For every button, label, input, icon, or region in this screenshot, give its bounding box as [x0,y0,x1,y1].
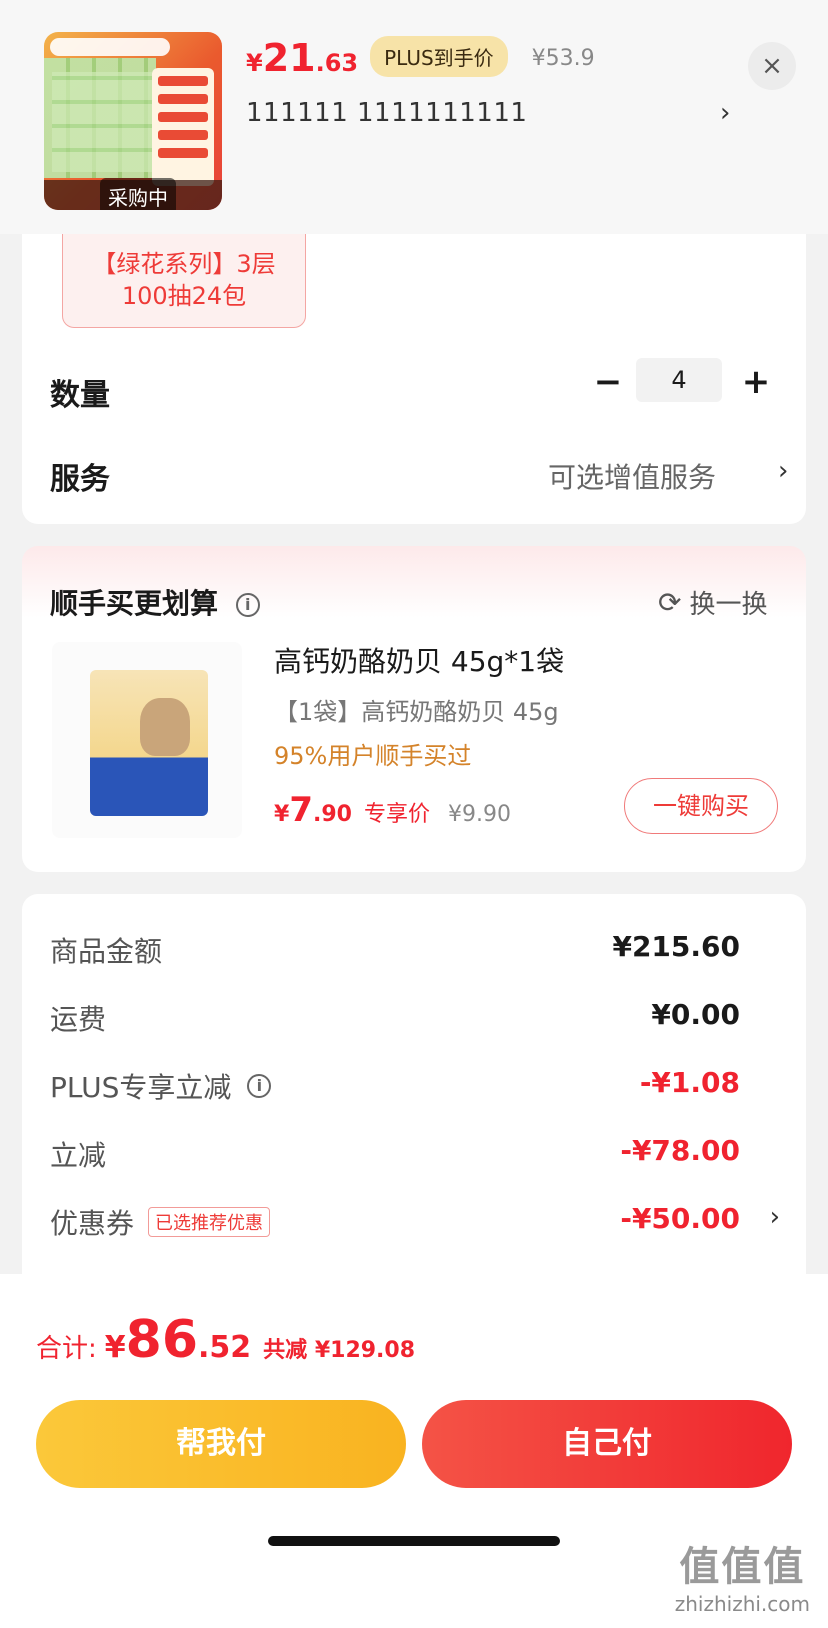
total-savings: 共减 ¥129.08 [263,1338,416,1363]
fee-row-plus-discount: PLUS专享立减 i -¥1.08 [50,1066,780,1106]
quantity-decrease-button[interactable]: − [588,362,628,402]
goods-amount-value: ¥215.60 [612,930,740,963]
price-currency: ¥ [246,49,263,77]
spec-option-line1: 【绿花系列】3层 [92,250,276,278]
watermark-url: zhizhizhi.com [674,1592,810,1616]
quantity-input[interactable]: 4 [636,358,722,402]
addon-product-name[interactable]: 高钙奶酪奶贝 45g*1袋 [274,640,564,680]
purchasing-badge: 采购中 [100,178,176,210]
addon-product-image[interactable] [52,642,242,838]
fee-row-coupon[interactable]: 优惠券 已选推荐优惠 -¥50.00 › [50,1202,780,1242]
coupon-label: 优惠券 [50,1207,135,1240]
exclusive-price-tag: 专享价 [363,802,430,827]
site-watermark: 值值值 zhizhizhi.com [675,1534,810,1616]
addon-price-integer: 7 [289,790,313,830]
brand-logo [50,38,170,56]
close-button[interactable]: × [748,42,796,90]
total-decimal: .52 [198,1330,252,1365]
total-row: 合计: ¥86.52 共减 ¥129.08 [36,1310,415,1370]
price-decimal: .63 [315,49,359,77]
addon-recommendation-card: 顺手买更划算 i ⟳ 换一换 高钙奶酪奶贝 45g*1袋 【1袋】高钙奶酪奶贝 … [22,546,806,872]
plus-discount-label: PLUS专享立减 [50,1071,232,1104]
header-price: ¥21.63 [246,36,358,80]
addon-price-decimal: .90 [312,802,352,827]
refresh-icon: ⟳ [658,586,682,619]
product-summary-header: 采购中 ¥21.63 PLUS到手价 ¥53.9 111111 11111111… [0,0,828,234]
home-indicator[interactable] [268,1536,560,1546]
original-price: ¥53.9 [531,46,595,71]
addon-old-price: ¥9.90 [447,802,511,827]
total-label: 合计: [36,1334,97,1364]
discount-label: 立减 [50,1139,107,1172]
product-thumbnail[interactable]: 采购中 [44,32,222,210]
fee-row-shipping: 运费 ¥0.00 [50,998,780,1038]
tissue-pack-image-overlay [52,72,152,172]
selected-spec-text[interactable]: 111111 1111111111 [246,98,527,128]
addon-product-note: 95%用户顺手买过 [274,742,472,770]
chevron-right-icon[interactable]: › [778,456,788,486]
discount-value: -¥78.00 [620,1134,740,1167]
addon-product-spec: 【1袋】高钙奶酪奶贝 45g [274,698,559,726]
one-click-buy-button[interactable]: 一键购买 [624,778,778,834]
pay-myself-button[interactable]: 自己付 [422,1400,792,1488]
refresh-label: 换一换 [689,590,768,620]
quantity-label: 数量 [50,378,110,413]
mascot-image [140,698,190,756]
coupon-label-group: 优惠券 已选推荐优惠 [50,1202,271,1242]
addon-product-price: ¥7.90 专享价 ¥9.90 [274,790,511,830]
addon-title: 顺手买更划算 [50,587,219,620]
header-price-row: ¥21.63 PLUS到手价 ¥53.9 [246,36,595,86]
promo-sticker [152,68,214,186]
quantity-increase-button[interactable]: + [736,362,776,402]
shipping-label: 运费 [50,1003,107,1036]
fee-row-discount: 立减 -¥78.00 [50,1134,780,1174]
service-selector[interactable]: 可选增值服务 [548,456,716,496]
info-icon[interactable]: i [235,593,260,617]
chevron-right-icon[interactable]: › [720,98,730,128]
goods-amount-label: 商品金额 [50,935,163,968]
coupon-value: -¥50.00 [620,1202,740,1235]
help-me-pay-button[interactable]: 帮我付 [36,1400,406,1488]
plus-discount-value: -¥1.08 [639,1066,740,1099]
price-integer: 21 [262,36,316,80]
spec-option-line2: 100抽24包 [121,282,247,310]
coupon-recommended-tag: 已选推荐优惠 [148,1207,271,1237]
info-icon[interactable]: i [247,1074,272,1098]
addon-title-row: 顺手买更划算 i [50,582,260,622]
watermark-logo: 值值值 [679,1544,806,1590]
fee-row-goods: 商品金额 ¥215.60 [50,930,780,970]
plus-discount-label-group: PLUS专享立减 i [50,1066,272,1106]
service-label: 服务 [50,462,110,497]
spec-option-selected[interactable]: 【绿花系列】3层 100抽24包 [62,234,306,328]
chevron-right-icon[interactable]: › [770,1202,780,1232]
addon-price-currency: ¥ [274,802,290,827]
refresh-button[interactable]: ⟳ 换一换 [658,584,767,621]
order-options-card: 【绿花系列】3层 100抽24包 数量 − 4 + 服务 可选增值服务 › [22,234,806,524]
total-currency: ¥ [104,1330,126,1365]
close-icon: × [761,51,783,81]
fee-breakdown-card: 商品金额 ¥215.60 运费 ¥0.00 PLUS专享立减 i -¥1.08 … [22,894,806,1274]
checkout-footer: 合计: ¥86.52 共减 ¥129.08 帮我付 自己付 值值值 zhizhi… [0,1274,828,1628]
total-integer: 86 [125,1310,199,1370]
shipping-value: ¥0.00 [651,998,740,1031]
plus-price-badge: PLUS到手价 [370,36,508,77]
